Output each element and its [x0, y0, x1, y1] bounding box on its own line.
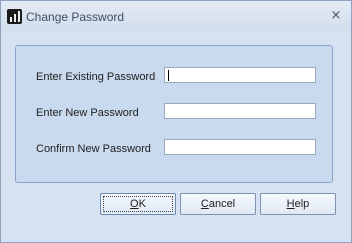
window-title: Change Password — [26, 10, 125, 24]
help-button[interactable]: Help — [260, 193, 336, 215]
ok-button[interactable]: OK — [100, 193, 176, 215]
help-label-rest: elp — [294, 198, 310, 210]
title-bar[interactable]: Change Password × — [1, 1, 351, 31]
close-icon[interactable]: × — [327, 7, 345, 25]
confirm-password-label: Confirm New Password — [36, 143, 151, 155]
app-chart-icon — [7, 9, 22, 24]
cancel-accel: C — [200, 198, 209, 210]
ok-label-rest: K — [138, 198, 146, 210]
confirm-password-field[interactable] — [164, 139, 316, 155]
existing-password-field[interactable] — [164, 67, 316, 83]
change-password-dialog: Change Password × Enter Existing Passwor… — [0, 0, 352, 243]
cancel-button[interactable]: Cancel — [180, 193, 256, 215]
password-panel: Enter Existing Password Enter New Passwo… — [15, 45, 333, 183]
ok-accel: O — [130, 198, 139, 210]
new-password-field[interactable] — [164, 103, 316, 119]
help-accel: H — [286, 198, 295, 210]
existing-password-label: Enter Existing Password — [36, 71, 156, 83]
cancel-label-rest: ancel — [208, 198, 236, 210]
text-caret — [168, 70, 169, 81]
new-password-label: Enter New Password — [36, 107, 139, 119]
